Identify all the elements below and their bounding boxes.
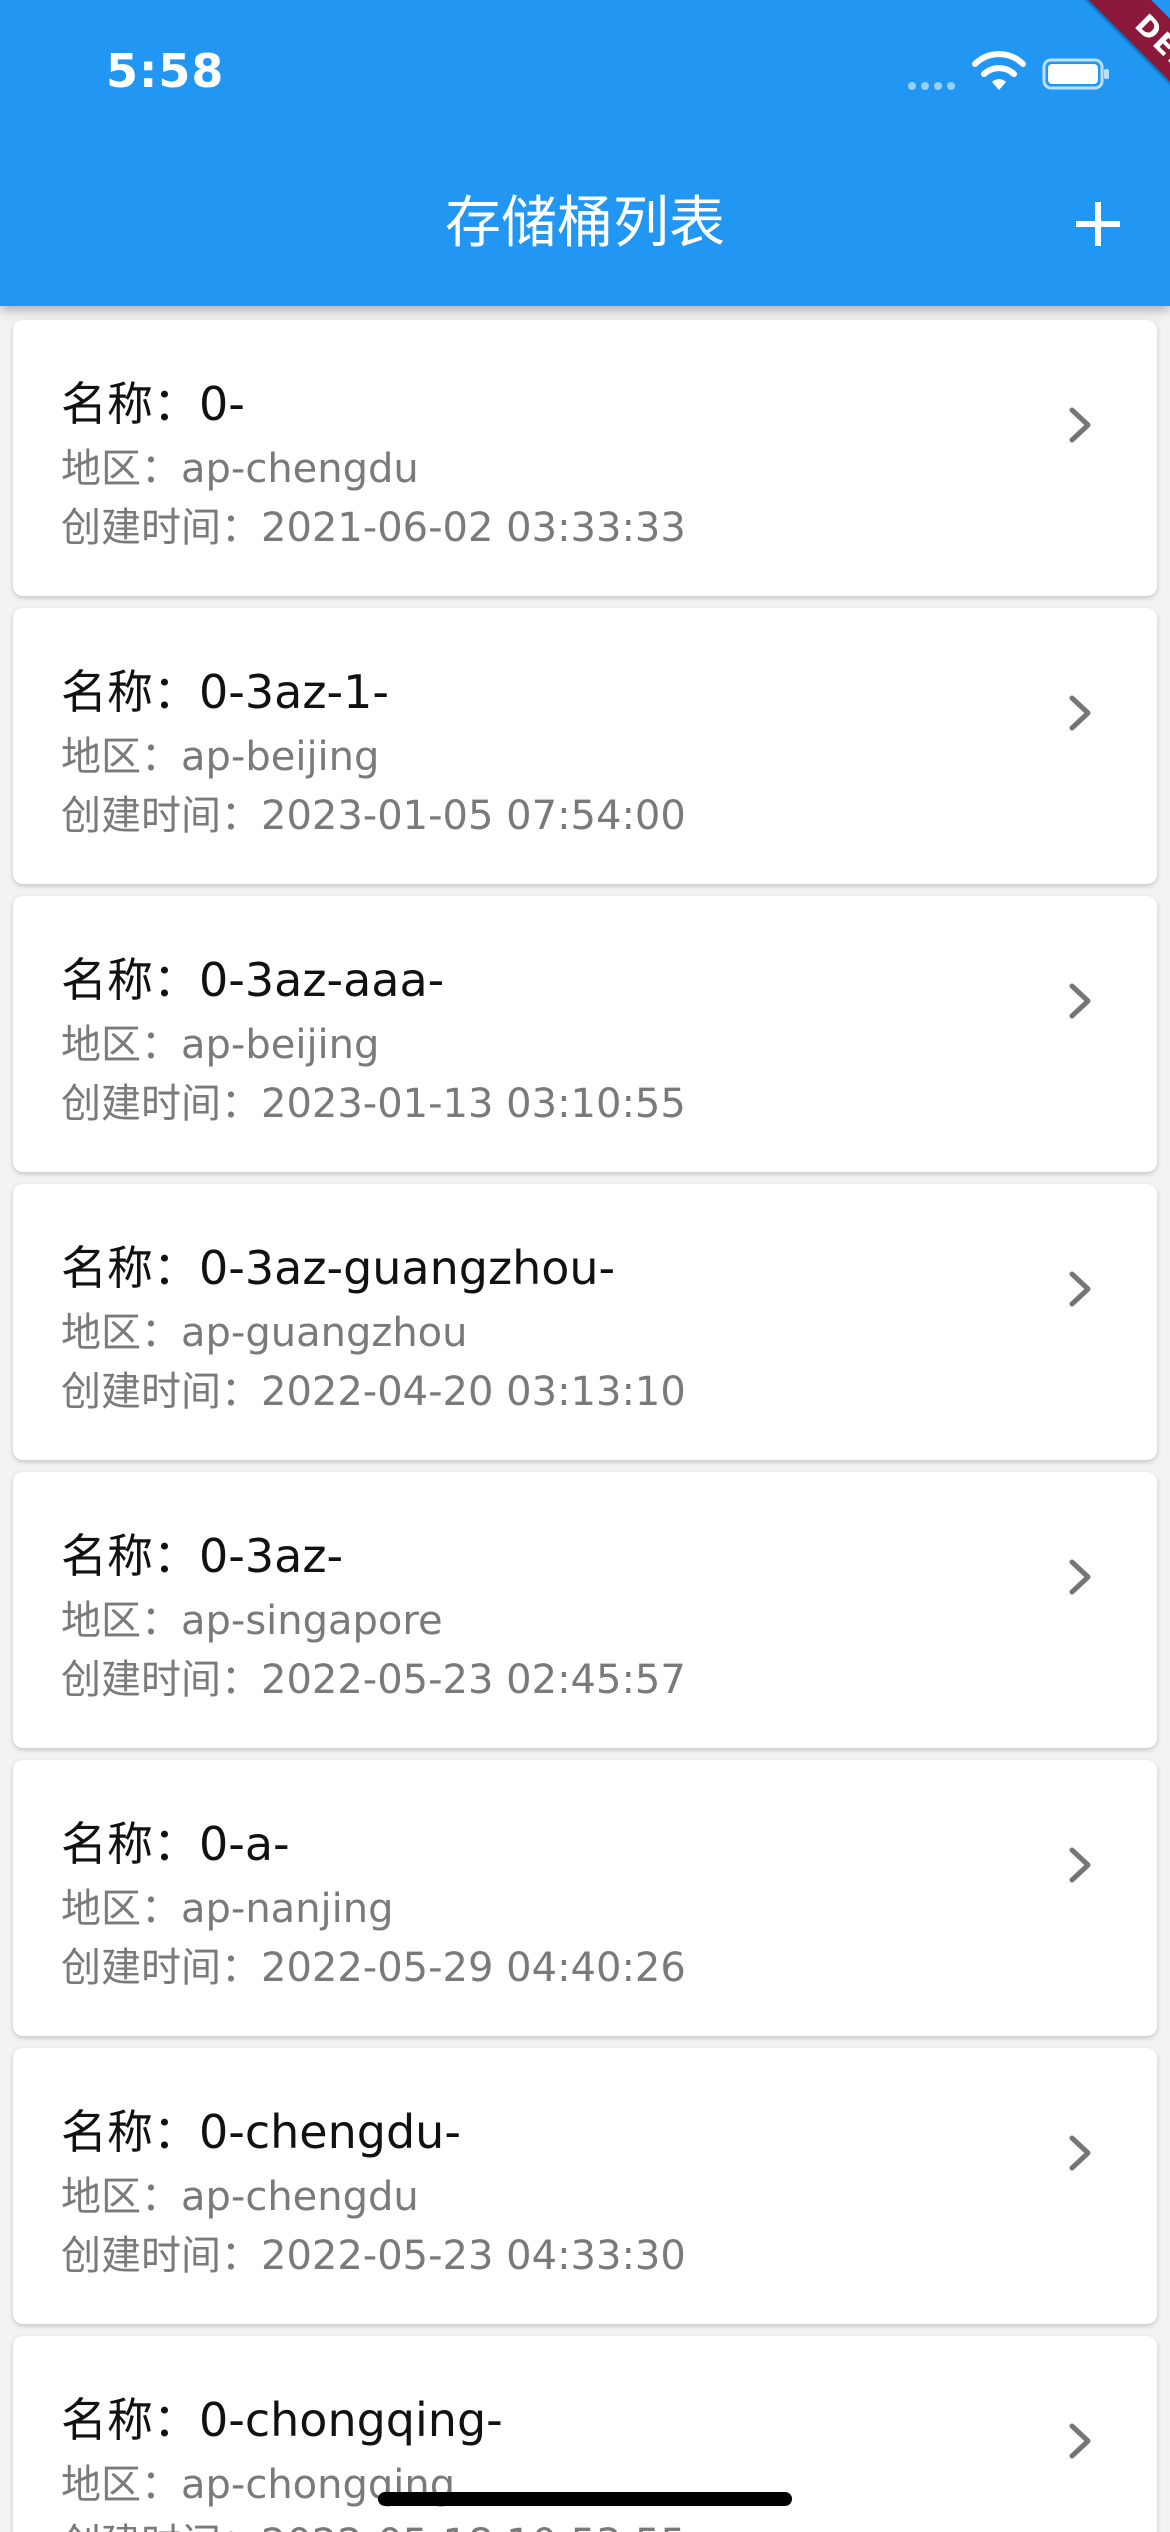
bucket-card[interactable]: 名称：0- 地区：ap-chengdu 创建时间：2021-06-02 03:3…: [13, 320, 1157, 596]
wifi-icon: [972, 51, 1026, 90]
bucket-region: 地区：ap-beijing: [61, 734, 380, 780]
bucket-card[interactable]: 名称：0-3az-aaa- 地区：ap-beijing 创建时间：2023-01…: [13, 896, 1157, 1172]
bucket-name: 名称：0-3az-1-: [61, 665, 389, 719]
bucket-list-screen: 5:58 存储桶列表 DEBUG 名称：0- 地区：ap-chengdu: [0, 0, 1170, 2532]
plus-icon: [1076, 202, 1120, 246]
bucket-region: 地区：ap-singapore: [61, 1598, 443, 1644]
chevron-right-icon: [1069, 407, 1091, 443]
bucket-region: 地区：ap-chengdu: [61, 446, 419, 492]
bucket-created-time: 创建时间：2023-01-05 07:54:00: [61, 793, 686, 839]
chevron-right-icon: [1069, 1271, 1091, 1307]
cellular-signal-icon: [908, 82, 955, 90]
chevron-right-icon: [1069, 2423, 1091, 2459]
page-title: 存储桶列表: [445, 191, 725, 256]
bucket-created-time: 创建时间：2021-06-02 03:33:33: [61, 505, 686, 551]
bucket-created-time: 创建时间：2023-01-13 03:10:55: [61, 1081, 686, 1127]
add-bucket-button[interactable]: [1060, 186, 1136, 262]
bucket-region: 地区：ap-nanjing: [61, 1886, 394, 1932]
bucket-card[interactable]: 名称：0-3az-1- 地区：ap-beijing 创建时间：2023-01-0…: [13, 608, 1157, 884]
battery-icon: [1042, 58, 1109, 90]
bucket-created-time: 创建时间：2022-05-23 02:45:57: [61, 1657, 686, 1703]
bucket-card[interactable]: 名称：0-3az-guangzhou- 地区：ap-guangzhou 创建时间…: [13, 1184, 1157, 1460]
bucket-region: 地区：ap-guangzhou: [61, 1310, 468, 1356]
chevron-right-icon: [1069, 1847, 1091, 1883]
bucket-created-time: 创建时间：2022-05-29 04:40:26: [61, 1945, 686, 1991]
bucket-name: 名称：0-3az-: [61, 1529, 344, 1583]
bucket-card[interactable]: 名称：0-chengdu- 地区：ap-chengdu 创建时间：2022-05…: [13, 2048, 1157, 2324]
app-bar: 5:58 存储桶列表: [0, 0, 1170, 306]
bucket-region: 地区：ap-beijing: [61, 1022, 380, 1068]
bucket-name: 名称：0-3az-guangzhou-: [61, 1241, 616, 1295]
bucket-card[interactable]: 名称：0-a- 地区：ap-nanjing 创建时间：2022-05-29 04…: [13, 1760, 1157, 2036]
bucket-created-time: 创建时间：2022-04-20 03:13:10: [61, 1369, 686, 1415]
chevron-right-icon: [1069, 983, 1091, 1019]
chevron-right-icon: [1069, 2135, 1091, 2171]
bucket-name: 名称：0-chongqing-: [61, 2393, 503, 2447]
bucket-created-time: 创建时间：2022-05-23 04:33:30: [61, 2233, 686, 2279]
bucket-name: 名称：0-3az-aaa-: [61, 953, 445, 1007]
bucket-created-time: 创建时间：2022-05-18 10:53:55: [61, 2511, 686, 2532]
bucket-name: 名称：0-: [61, 377, 245, 431]
home-indicator[interactable]: [378, 2492, 792, 2506]
bucket-card[interactable]: 名称：0-3az- 地区：ap-singapore 创建时间：2022-05-2…: [13, 1472, 1157, 1748]
bucket-region: 地区：ap-chengdu: [61, 2174, 419, 2220]
chevron-right-icon: [1069, 695, 1091, 731]
bucket-name: 名称：0-a-: [61, 1817, 290, 1871]
chevron-right-icon: [1069, 1559, 1091, 1595]
bucket-name: 名称：0-chengdu-: [61, 2105, 461, 2159]
status-time: 5:58: [106, 44, 225, 98]
